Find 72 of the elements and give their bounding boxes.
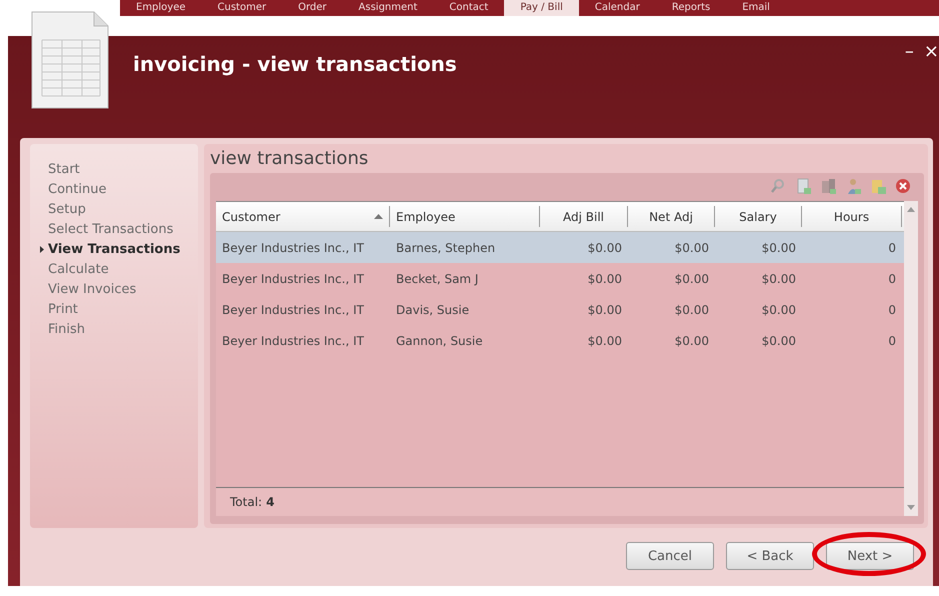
total-label: Total:: [230, 495, 262, 509]
table-cell-text: $0.00: [586, 302, 623, 316]
step-item[interactable]: Start: [30, 160, 198, 180]
table-cell-text: $0.00: [674, 240, 710, 254]
table-row[interactable]: Beyer Industries Inc., IT Barnes, Stephen $0.00 $0.00 $0.00 0: [216, 232, 904, 263]
window-title: invoicing - view transactions: [133, 52, 457, 78]
step-item[interactable]: Select Transactions: [30, 220, 198, 240]
step-item[interactable]: Print: [30, 300, 198, 320]
nav-tab[interactable]: Customer: [202, 0, 282, 16]
table-cell-text: Barnes, Stephen: [395, 240, 496, 254]
person-icon[interactable]: [845, 178, 862, 195]
table-cell-text: $0.00: [674, 334, 710, 348]
scroll-up-icon[interactable]: [907, 207, 915, 212]
section-title: view transactions: [210, 148, 370, 169]
column-header[interactable]: Customer: [216, 206, 390, 227]
document-icon[interactable]: [795, 178, 812, 195]
magnifier-icon[interactable]: [770, 178, 787, 195]
caret-icon: [40, 246, 44, 253]
table-cell-text: Beyer Industries Inc., IT: [221, 334, 365, 348]
nav-tab[interactable]: Order: [282, 0, 343, 16]
nav-tab[interactable]: Calendar: [578, 0, 656, 16]
step-item[interactable]: Finish: [30, 320, 198, 340]
column-header[interactable]: Net Adj: [628, 206, 715, 227]
table-cell-text: Gannon, Susie: [395, 334, 484, 348]
table-cell-text: $0.00: [760, 272, 797, 286]
spreadsheet-icon: [30, 10, 110, 110]
table-cell-text: $0.00: [674, 272, 710, 286]
step-item[interactable]: Continue: [30, 180, 198, 200]
scroll-down-icon[interactable]: [907, 505, 915, 510]
table-cell-text: 0: [887, 334, 897, 348]
table-cell-text: Davis, Susie: [395, 302, 470, 316]
column-header[interactable]: Hours: [802, 206, 902, 227]
nav-tab[interactable]: Assignment: [342, 0, 434, 16]
table-cell-text: $0.00: [586, 272, 623, 286]
table-row[interactable]: Beyer Industries Inc., IT Gannon, Susie $0.00 $0.00 $0.00 0: [216, 325, 904, 356]
table-cell-text: Beyer Industries Inc., IT: [221, 272, 365, 286]
table-cell-text: 0: [887, 272, 897, 286]
table-cell-text: $0.00: [760, 302, 797, 316]
table-cell-text: Becket, Sam J: [395, 272, 480, 286]
building-icon[interactable]: [820, 178, 837, 195]
nav-tab[interactable]: Contact: [433, 0, 504, 16]
wizard-button[interactable]: < Back: [726, 542, 814, 570]
column-header[interactable]: Adj Bill: [540, 206, 628, 227]
wizard-button[interactable]: Next >: [826, 542, 914, 570]
nav-tab[interactable]: Employee: [120, 0, 202, 16]
table-cell-text: 0: [887, 302, 897, 316]
table-cell-text: Beyer Industries Inc., IT: [221, 302, 365, 316]
step-item[interactable]: View Transactions: [30, 240, 198, 260]
step-item[interactable]: Setup: [30, 200, 198, 220]
minimize-button[interactable]: –: [904, 42, 914, 62]
table-cell-text: $0.00: [760, 240, 797, 254]
table-cell-text: $0.00: [586, 240, 623, 254]
table-cell-text: $0.00: [674, 302, 710, 316]
nav-tab[interactable]: Reports: [656, 0, 726, 16]
step-item[interactable]: View Invoices: [30, 280, 198, 300]
table-cell-text: 0: [887, 240, 897, 254]
nav-tab[interactable]: Email: [726, 0, 786, 16]
table-row[interactable]: Beyer Industries Inc., IT Davis, Susie $0.00 $0.00 $0.00 0: [216, 294, 904, 325]
close-button[interactable]: ×: [924, 42, 939, 62]
step-item[interactable]: Calculate: [30, 260, 198, 280]
column-header[interactable]: Employee: [390, 206, 540, 227]
table-row[interactable]: Beyer Industries Inc., IT Becket, Sam J $0.00 $0.00 $0.00 0: [216, 263, 904, 294]
table-cell-text: Beyer Industries Inc., IT: [221, 240, 365, 254]
folder-icon[interactable]: [870, 178, 887, 195]
wizard-button[interactable]: Cancel: [626, 542, 714, 570]
scrollbar[interactable]: [904, 201, 918, 516]
nav-tab[interactable]: Pay / Bill: [504, 0, 579, 16]
table-cell-text: $0.00: [760, 334, 797, 348]
delete-icon[interactable]: [895, 178, 912, 195]
column-header[interactable]: Salary: [715, 206, 802, 227]
table-cell-text: $0.00: [586, 334, 623, 348]
total-count: 4: [266, 495, 274, 509]
